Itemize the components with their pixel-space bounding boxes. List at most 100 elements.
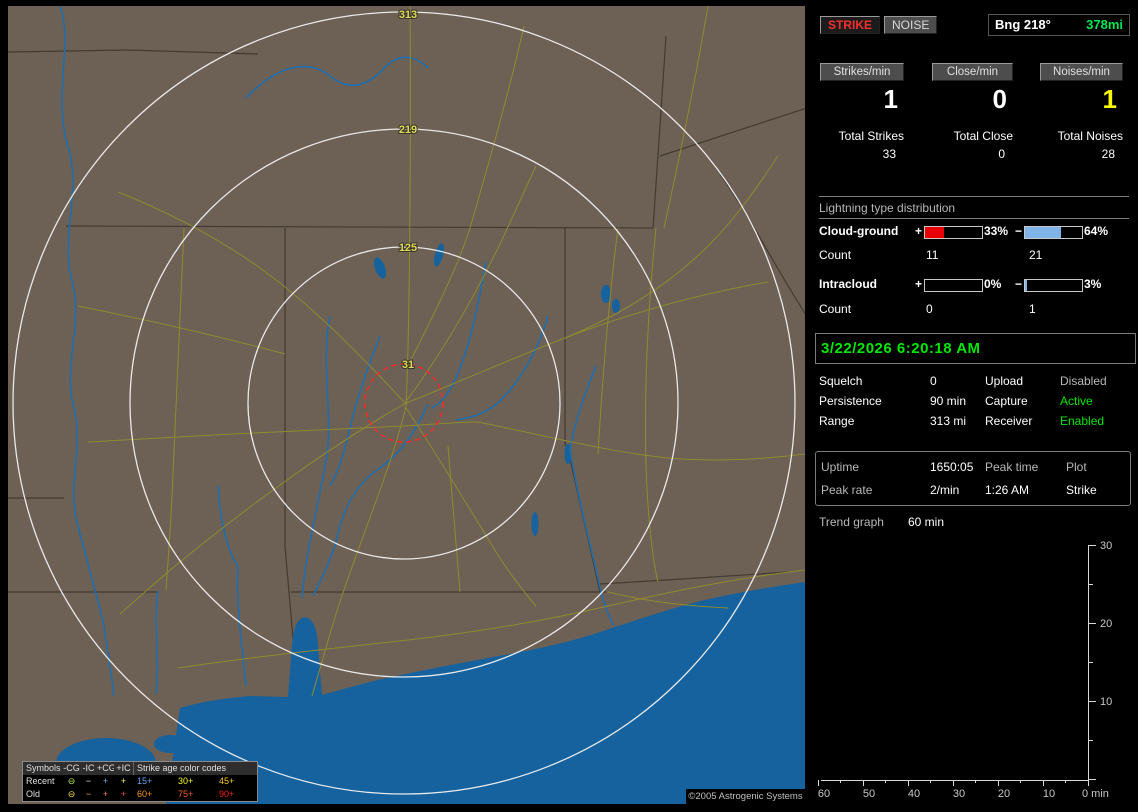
cg-count-label: Count	[819, 248, 852, 262]
upload-status: Disabled	[1060, 374, 1107, 388]
graph-y-tick-10: 10	[1100, 696, 1112, 708]
minus-sign: −	[1015, 224, 1023, 238]
cg-negative-bar	[1024, 226, 1083, 239]
bearing-box: Bng 218° 378mi	[988, 14, 1130, 36]
ic-count-label: Count	[819, 302, 852, 316]
ncg-old-icon: ⊖	[67, 789, 76, 799]
legend-header-ncg: -CG	[63, 762, 80, 775]
persistence-label: Persistence	[819, 394, 882, 408]
upload-label: Upload	[985, 374, 1024, 388]
squelch-value: 0	[930, 374, 937, 388]
total-noises-label: Total Noises	[1057, 129, 1123, 143]
peak-time-value: 1:26 AM	[985, 483, 1030, 497]
pic-recent-icon: +	[120, 776, 127, 786]
legend-age-title: Strike age color codes	[133, 762, 257, 775]
noises-column: Noises/min 1 Total Noises 28	[1040, 63, 1123, 161]
graph-x-tick-10: 10	[1043, 788, 1055, 800]
age-30: 30+	[178, 776, 194, 786]
cg-positive-count: 11	[926, 248, 939, 262]
divider	[819, 218, 1129, 219]
ic-positive-pct: 0%	[984, 277, 1002, 291]
age-90: 90+	[219, 789, 235, 799]
nic-old-icon: −	[85, 789, 92, 799]
trend-graph-value: 60 min	[908, 515, 945, 529]
plot-value: Strike	[1066, 483, 1097, 497]
legend-row-old-label: Old	[26, 789, 41, 799]
trend-graph: 30 20 10 60 50 40 30 20 10 0 min	[818, 540, 1112, 800]
pcg-old-icon: +	[102, 789, 109, 799]
minus-sign: −	[1015, 277, 1023, 291]
close-per-min-value: 0	[992, 84, 1007, 114]
graph-y-tick-30: 30	[1100, 540, 1112, 552]
total-close-label: Total Close	[953, 129, 1013, 143]
close-column: Close/min 0 Total Close 0	[932, 63, 1013, 161]
age-15: 15+	[137, 776, 153, 786]
close-per-min-button[interactable]: Close/min	[932, 63, 1013, 81]
graph-x-tick-60: 60	[818, 788, 830, 800]
cg-negative-bar-fill	[1025, 227, 1062, 238]
intracloud-label: Intracloud	[819, 277, 878, 291]
legend-row-recent-label: Recent	[26, 776, 55, 786]
plus-sign: +	[915, 224, 923, 238]
divider	[819, 196, 1129, 197]
persistence-value: 90 min	[930, 394, 967, 408]
nic-recent-icon: −	[85, 776, 92, 786]
lake	[154, 735, 186, 753]
pic-old-icon: +	[120, 789, 127, 799]
cg-positive-bar-fill	[925, 227, 944, 238]
noise-button[interactable]: NOISE	[884, 16, 938, 34]
ic-negative-pct: 3%	[1084, 277, 1102, 291]
symbols-legend: Symbols -CG -IC +CG +IC Strike age color…	[22, 761, 258, 802]
range-label: Range	[819, 414, 855, 428]
total-noises-value: 28	[1101, 147, 1115, 161]
trend-graph-label: Trend graph	[819, 515, 884, 529]
bearing-range-value: 378mi	[1086, 17, 1123, 32]
graph-x-tick-40: 40	[908, 788, 920, 800]
graph-x-tick-50: 50	[863, 788, 875, 800]
bearing-label: Bng 218°	[995, 17, 1051, 32]
strike-button[interactable]: STRIKE	[820, 16, 881, 34]
ic-negative-bar	[1024, 279, 1083, 292]
strikes-column: Strikes/min 1 Total Strikes 33	[820, 63, 904, 161]
legend-header-nic: -IC	[80, 762, 97, 775]
capture-label: Capture	[985, 394, 1028, 408]
uptime-label: Uptime	[821, 460, 860, 474]
cg-negative-count: 21	[1029, 248, 1043, 262]
ncg-recent-icon: ⊖	[67, 776, 76, 786]
cg-negative-pct: 64%	[1084, 224, 1109, 238]
copyright-notice: ©2005 Astrogenic Systems	[686, 789, 805, 804]
graph-x-tick-0: 0 min	[1082, 788, 1109, 800]
ic-negative-count: 1	[1029, 302, 1036, 316]
datetime-display: 3/22/2026 6:20:18 AM	[815, 333, 1136, 364]
noises-per-min-button[interactable]: Noises/min	[1040, 63, 1123, 81]
lightning-map[interactable]: 313 219 125 31	[8, 6, 805, 804]
legend-header-pic: +IC	[114, 762, 133, 775]
age-75: 75+	[178, 789, 194, 799]
total-strikes-label: Total Strikes	[838, 129, 904, 143]
receiver-status: Enabled	[1060, 414, 1105, 428]
lake	[612, 299, 620, 313]
ring-label-125: 125	[399, 242, 417, 254]
receiver-label: Receiver	[985, 414, 1033, 428]
distribution-title: Lightning type distribution	[819, 201, 956, 215]
ic-positive-count: 0	[926, 302, 933, 316]
capture-status: Active	[1060, 394, 1093, 408]
total-strikes-value: 33	[882, 147, 896, 161]
map-area: 313 219 125 31 Symbols -CG -IC +CG +IC S…	[8, 6, 805, 804]
pcg-recent-icon: +	[102, 776, 109, 786]
plus-sign: +	[915, 277, 923, 291]
lake	[531, 512, 539, 536]
graph-y-tick-20: 20	[1100, 618, 1112, 630]
ring-label-219: 219	[399, 124, 417, 136]
ic-positive-bar	[924, 279, 983, 292]
legend-header-pcg: +CG	[97, 762, 114, 775]
cloud-ground-label: Cloud-ground	[819, 224, 899, 238]
cg-positive-pct: 33%	[984, 224, 1009, 238]
ring-label-313: 313	[399, 9, 417, 21]
info-panel: STRIKE NOISE Bng 218° 378mi Strikes/min …	[813, 0, 1138, 812]
legend-title: Symbols	[23, 762, 63, 775]
strikes-per-min-button[interactable]: Strikes/min	[820, 63, 904, 81]
uptime-value: 1650:05	[930, 460, 974, 474]
total-close-value: 0	[998, 147, 1005, 161]
noises-per-min-value: 1	[1102, 84, 1117, 114]
